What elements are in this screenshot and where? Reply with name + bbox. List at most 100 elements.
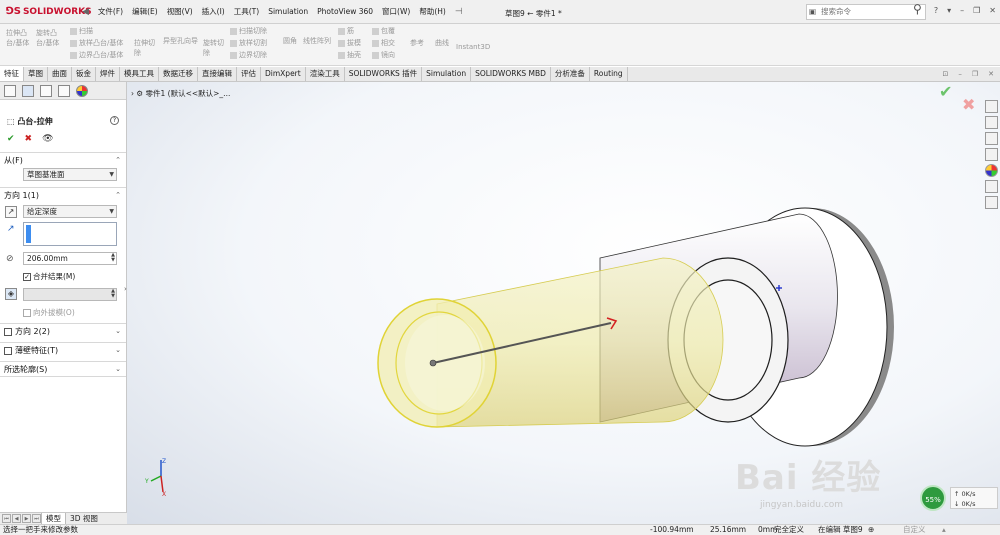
tab-analysis-prep[interactable]: 分析准备 xyxy=(551,67,590,81)
rib-button[interactable]: 筋 xyxy=(338,26,354,36)
sweep-button[interactable]: 扫描 xyxy=(70,26,93,36)
search-input[interactable]: ▣ 搜索命令 xyxy=(806,4,926,20)
loft-cut-button[interactable]: 放样切割 xyxy=(230,38,267,48)
menu-file[interactable]: 文件(F) xyxy=(98,6,123,17)
tab-weldments[interactable]: 焊件 xyxy=(96,67,120,81)
sweep-cut-button[interactable]: 扫描切除 xyxy=(230,26,267,36)
section-from[interactable]: 从(F) ⌃ xyxy=(0,152,126,168)
preview-eye-icon[interactable]: 👁 xyxy=(42,134,53,144)
dimxpert-manager-icon[interactable] xyxy=(58,84,70,97)
tab-dimxpert[interactable]: DimXpert xyxy=(261,67,306,81)
from-select[interactable]: 草图基准面 ▼ xyxy=(23,168,117,181)
draft-angle-input[interactable]: ▲ ▼ xyxy=(23,288,117,301)
boundary-boss-button[interactable]: 边界凸台/基体 xyxy=(70,50,123,60)
viewport-close-icon[interactable]: ✕ xyxy=(988,70,994,78)
tab-data-migration[interactable]: 数据迁移 xyxy=(159,67,198,81)
tab-evaluate[interactable]: 评估 xyxy=(237,67,261,81)
checkbox-empty-icon[interactable] xyxy=(4,327,12,336)
solidworks-logo[interactable]: ⅁S SOLIDWORKS xyxy=(0,6,92,17)
loft-boss-button[interactable]: 放样凸台/基体 xyxy=(70,38,123,48)
end-condition-select[interactable]: 给定深度 ▼ xyxy=(23,205,117,218)
section-selected-contours[interactable]: 所选轮廓(S) ⌄ xyxy=(0,361,126,377)
spinner-icon[interactable]: ▲ ▼ xyxy=(111,253,115,263)
tab-model[interactable]: 模型 xyxy=(41,512,66,525)
checkbox-empty-icon[interactable] xyxy=(4,346,12,355)
menu-help[interactable]: 帮助(H) xyxy=(419,6,446,17)
help-button[interactable]: ? xyxy=(110,116,119,125)
viewport-minimize-icon[interactable]: – xyxy=(958,70,962,78)
fillet-button[interactable]: 圆角 xyxy=(283,36,297,46)
tab-addins[interactable]: SOLIDWORKS 插件 xyxy=(345,67,423,81)
draft-outward-checkbox[interactable]: 向外拔模(O) xyxy=(23,307,75,318)
menu-expand-arrow-icon[interactable]: ◀ xyxy=(82,7,89,17)
tab-mold-tools[interactable]: 模具工具 xyxy=(120,67,159,81)
intersect-button[interactable]: 相交 xyxy=(372,38,395,48)
extrude-cut-button[interactable]: 拉伸切 除 xyxy=(134,38,155,58)
curves-button[interactable]: 曲线 xyxy=(435,38,449,48)
units-dropdown-icon[interactable]: ▴ xyxy=(942,525,946,535)
section-thin-feature[interactable]: 薄壁特征(T) ⌄ xyxy=(0,342,126,358)
tab-direct-editing[interactable]: 直接编辑 xyxy=(198,67,237,81)
tab-sheet-metal[interactable]: 钣金 xyxy=(72,67,96,81)
tab-mbd[interactable]: SOLIDWORKS MBD xyxy=(471,67,551,81)
tab-render-tools[interactable]: 渲染工具 xyxy=(306,67,345,81)
tab-simulation[interactable]: Simulation xyxy=(422,67,472,81)
depth-input[interactable]: 206.00mm ▲ ▼ xyxy=(23,252,117,265)
menu-insert[interactable]: 插入(I) xyxy=(202,6,225,17)
menu-simulation[interactable]: Simulation xyxy=(268,7,308,16)
hole-wizard-button[interactable]: 异型孔向导 xyxy=(163,36,198,46)
first-tab-icon[interactable]: ⏮ xyxy=(2,514,11,523)
tab-sketch[interactable]: 草图 xyxy=(24,67,48,81)
help-icon[interactable]: ? xyxy=(934,6,938,15)
revolve-boss-button[interactable]: 旋转凸 台/基体 xyxy=(36,28,59,48)
rebuild-icon[interactable]: ⊕ xyxy=(868,525,874,535)
mirror-button[interactable]: 镜向 xyxy=(372,50,395,60)
configuration-manager-icon[interactable] xyxy=(40,84,52,97)
ok-check-icon[interactable]: ✔ xyxy=(7,134,15,144)
revolve-cut-button[interactable]: 旋转切 除 xyxy=(203,38,224,58)
menu-tools[interactable]: 工具(T) xyxy=(234,6,259,17)
reverse-direction-icon[interactable]: ↗ xyxy=(5,206,17,218)
status-units[interactable]: 自定义 xyxy=(903,525,926,535)
prev-tab-icon[interactable]: ◀ xyxy=(12,514,21,523)
menu-photoview[interactable]: PhotoView 360 xyxy=(317,7,373,16)
next-tab-icon[interactable]: ▶ xyxy=(22,514,31,523)
close-icon[interactable]: ✕ xyxy=(989,6,996,15)
menu-edit[interactable]: 编辑(E) xyxy=(132,6,158,17)
search-icon[interactable]: ⚲ xyxy=(913,2,922,16)
tab-surfaces[interactable]: 曲面 xyxy=(48,67,72,81)
dropdown-icon[interactable]: ▾ xyxy=(947,6,951,15)
spinner-icon[interactable]: ▲ ▼ xyxy=(111,289,115,299)
viewport-restore-icon[interactable]: ❐ xyxy=(972,70,978,78)
direction-selection-box[interactable] xyxy=(23,222,117,246)
expand-chevron-icon[interactable]: ⌄ xyxy=(115,362,121,377)
minimize-icon[interactable]: – xyxy=(960,6,964,15)
restore-icon[interactable]: ❐ xyxy=(973,6,980,15)
expand-chevron-icon[interactable]: ⌄ xyxy=(115,343,121,358)
menu-view[interactable]: 视图(V) xyxy=(167,6,193,17)
collapse-chevron-icon[interactable]: ⌃ xyxy=(115,153,121,168)
reference-geometry-button[interactable]: 参考 xyxy=(410,38,424,48)
tile-icon[interactable]: ⊡ xyxy=(942,70,948,78)
section-direction2[interactable]: 方向 2(2) ⌄ xyxy=(0,323,126,339)
wrap-button[interactable]: 包覆 xyxy=(372,26,395,36)
extrude-boss-button[interactable]: 拉伸凸 台/基体 xyxy=(6,28,29,48)
tab-features[interactable]: 特征 xyxy=(0,67,24,81)
last-tab-icon[interactable]: ⏭ xyxy=(32,514,41,523)
tab-3d-view[interactable]: 3D 视图 xyxy=(66,513,102,524)
network-speed-widget[interactable]: 55% ↑ 0K/s ↓ 0K/s xyxy=(920,485,1000,511)
collapse-chevron-icon[interactable]: ⌃ xyxy=(115,188,121,203)
tab-routing[interactable]: Routing xyxy=(590,67,628,81)
section-direction1[interactable]: 方向 1(1) ⌃ xyxy=(0,187,126,203)
menu-window[interactable]: 窗口(W) xyxy=(382,6,410,17)
boundary-cut-button[interactable]: 边界切除 xyxy=(230,50,267,60)
expand-chevron-icon[interactable]: ⌄ xyxy=(115,324,121,339)
shell-button[interactable]: 抽壳 xyxy=(338,50,361,60)
display-manager-icon[interactable] xyxy=(76,84,88,97)
pin-icon[interactable]: ⊣ xyxy=(455,7,463,17)
draft-button[interactable]: 拔模 xyxy=(338,38,361,48)
instant3d-button[interactable]: Instant3D xyxy=(456,42,490,52)
feature-tree-icon[interactable] xyxy=(4,84,16,97)
linear-pattern-button[interactable]: 线性阵列 xyxy=(303,36,331,46)
merge-result-checkbox[interactable]: ✓ 合并结果(M) xyxy=(23,271,75,282)
